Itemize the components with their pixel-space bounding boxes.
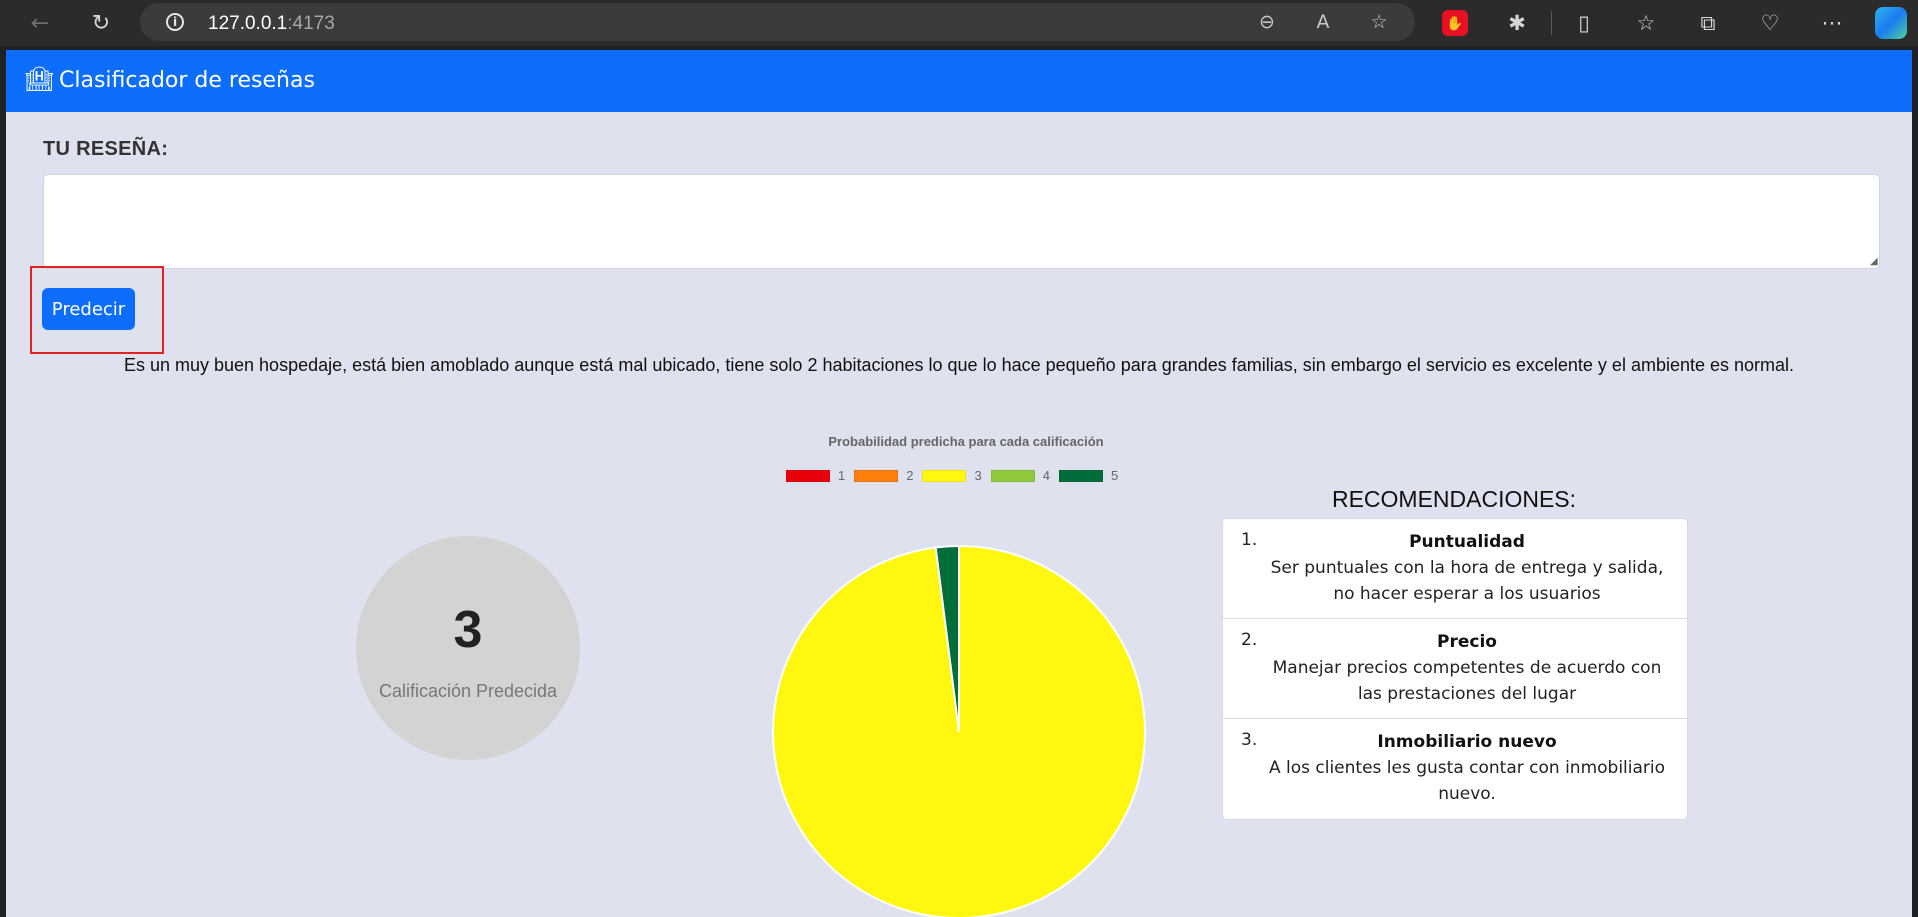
browser-toolbar: ← ↻ i 127.0.0.1:4173 ⊖ A ☆ ✋ ✱ ▯ ☆ ⧉ ♡ ⋯ [0,0,1918,46]
recommendation-body: Inmobiliario nuevo A los clientes les gus… [1267,729,1667,807]
split-screen-icon[interactable]: ▯ [1570,9,1598,37]
legend-swatch [1058,469,1103,482]
recommendation-name: Puntualidad [1409,532,1525,552]
recommendations-list: 1. Puntualidad Ser puntuales con la hora d… [1222,518,1688,820]
predict-button[interactable]: Predecir [42,288,135,330]
app-title[interactable]: Clasificador de reseñas [59,68,315,93]
more-menu-icon[interactable]: ⋯ [1818,9,1846,37]
recommendation-description: Ser puntuales con la hora de entrega y s… [1270,558,1664,604]
recommendations-title: RECOMENDACIONES: [1331,486,1577,512]
legend-label: 2 [906,468,914,483]
recommendation-description: Manejar precios competentes de acuerdo c… [1272,658,1662,704]
copilot-icon[interactable] [1875,7,1907,39]
prediction-circle: 3 Calificación Predecida [356,536,580,760]
legend-swatch [854,469,899,482]
zoom-out-icon[interactable]: ⊖ [1254,10,1280,34]
hotel-icon: 🏨︎ [24,65,55,93]
page: 🏨︎ Clasificador de reseñas TU RESEÑA: ◢ … [6,50,1912,917]
legend-label: 5 [1110,468,1119,483]
recommendation-body: Puntualidad Ser puntuales con la hora de … [1267,529,1667,607]
back-arrow-icon[interactable]: ← [26,9,54,37]
recommendation-number: 3. [1241,730,1258,750]
recommendation-item: 2. Precio Manejar precios competentes de a… [1223,619,1687,719]
recommendation-name: Inmobiliario nuevo [1377,732,1557,752]
legend-label: 1 [838,468,846,483]
submitted-review-text: Es un muy buen hospedaje, está bien amob… [123,355,1795,375]
recommendation-number: 1. [1241,530,1258,550]
browser-essentials-icon[interactable]: ♡ [1756,9,1784,37]
review-label: TU RESEÑA: [43,138,169,160]
chart-legend: 1 2 3 4 5 [786,468,1127,483]
legend-swatch [990,469,1035,482]
adblock-extension-icon[interactable]: ✋ [1442,10,1468,36]
predicted-rating: 3 [453,601,483,659]
toolbar-divider [1551,11,1552,35]
recommendation-name: Precio [1437,632,1497,652]
legend-item[interactable]: 4 [990,468,1050,483]
pie-chart [772,544,1146,917]
legend-item[interactable]: 3 [922,468,982,483]
favorite-star-icon[interactable]: ☆ [1366,10,1392,34]
predicted-rating-label: Calificación Predecida [378,681,558,701]
legend-item[interactable]: 2 [854,468,913,483]
reload-icon[interactable]: ↻ [87,9,115,37]
legend-label: 4 [1042,468,1050,483]
url-text[interactable]: 127.0.0.1:4173 [208,13,335,35]
legend-item[interactable]: 5 [1058,468,1119,483]
collections-icon[interactable]: ⧉ [1694,9,1722,37]
extensions-icon[interactable]: ✱ [1503,9,1531,37]
legend-swatch [786,469,830,482]
recommendation-number: 2. [1241,630,1258,650]
address-bar[interactable]: i 127.0.0.1:4173 ⊖ A ☆ [140,3,1415,41]
app-navbar: 🏨︎ Clasificador de reseñas [6,50,1912,112]
recommendation-description: A los clientes les gusta contar con inmo… [1268,758,1666,804]
legend-swatch [922,469,967,482]
read-aloud-icon[interactable]: A [1310,10,1336,34]
legend-item[interactable]: 1 [786,468,845,483]
recommendation-item: 3. Inmobiliario nuevo A los clientes les g… [1223,719,1687,819]
recommendation-body: Precio Manejar precios competentes de acu… [1267,629,1667,707]
recommendation-item: 1. Puntualidad Ser puntuales con la hora d… [1223,519,1687,619]
info-icon[interactable]: i [166,13,184,31]
resize-grip-icon[interactable]: ◢ [1870,256,1880,267]
review-input[interactable] [43,174,1880,269]
legend-label: 3 [974,468,982,483]
chart-title: Probabilidad predicha para cada califica… [828,434,1104,449]
favorites-icon[interactable]: ☆ [1632,9,1660,37]
